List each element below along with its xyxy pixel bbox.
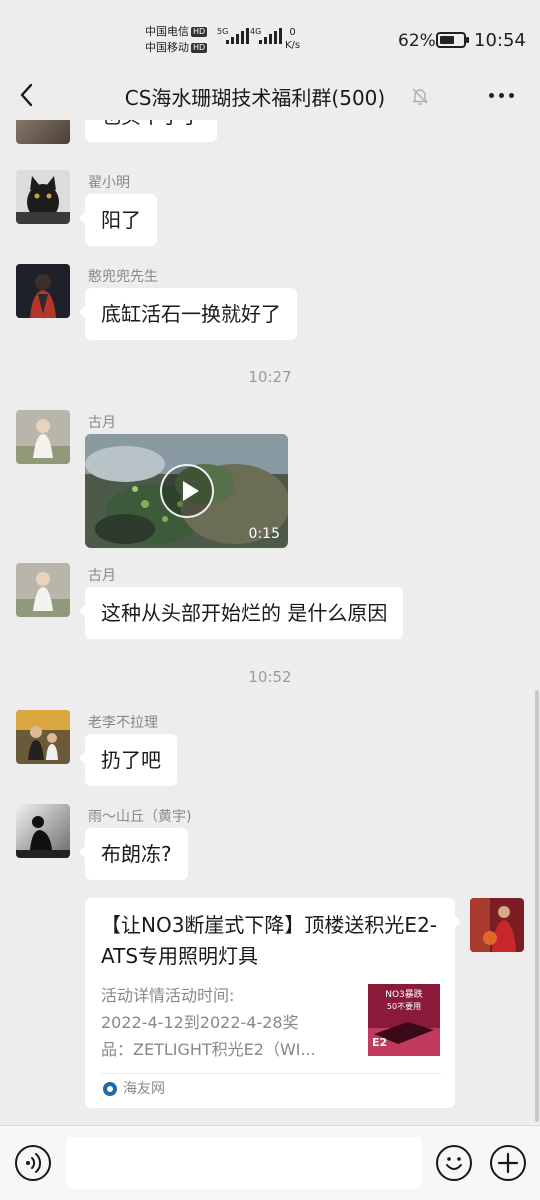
sender-name: 古月 (88, 568, 116, 584)
link-card-source: 海友网 (103, 1080, 165, 1098)
sender-name: 翟小明 (88, 175, 130, 191)
network-speed: 0 K/s (285, 26, 300, 52)
more-dots-icon (488, 92, 494, 98)
video-duration: 0:15 (248, 526, 280, 542)
message-input[interactable] (66, 1137, 422, 1189)
plus-icon (497, 1152, 519, 1174)
timestamp: 10:27 (248, 368, 292, 386)
avatar[interactable] (16, 264, 70, 318)
avatar[interactable] (16, 710, 70, 764)
avatar[interactable] (16, 563, 70, 617)
status-clock: 10:54 (474, 30, 526, 51)
emoji-button[interactable] (436, 1145, 472, 1181)
status-bar: 中国电信 HD 中国移动 HD 5G 4G 0 K/s 62% 10:54 (0, 0, 540, 70)
video-message[interactable]: 0:15 (85, 434, 288, 548)
message-bubble[interactable]: 阳了 (79, 194, 157, 246)
avatar[interactable] (16, 804, 70, 858)
more-functions-button[interactable] (490, 1145, 526, 1181)
scrollbar[interactable] (535, 690, 539, 1122)
avatar[interactable] (16, 170, 70, 224)
battery-percent: 62% (398, 31, 436, 51)
link-card-title: 【让NO3断崖式下降】顶楼送积光E2-ATS专用照明灯具 (101, 913, 438, 968)
sender-name: 雨～山丘（黄宇) (88, 809, 192, 825)
sender-name: 老李不拉理 (88, 715, 158, 731)
message-bubble[interactable]: 布朗冻? (79, 828, 188, 880)
message-bubble[interactable]: 也买不了了 (85, 120, 217, 142)
battery-icon (436, 32, 469, 48)
carrier-info: 中国电信 HD 中国移动 HD (145, 24, 208, 56)
hd-badge: HD (191, 43, 208, 53)
source-logo-icon (103, 1082, 117, 1096)
source-name: 海友网 (123, 1081, 165, 1097)
chat-title: CS海水珊瑚技术福利群(500) (124, 86, 386, 110)
network-speed-value: 0 (289, 27, 296, 38)
hd-badge: HD (191, 27, 208, 37)
self-avatar[interactable] (470, 898, 524, 952)
carrier-telecom: 中国电信 (145, 25, 189, 38)
voice-button[interactable] (15, 1145, 51, 1181)
emoji-icon (446, 1157, 462, 1170)
thumb-product: E2 (372, 1036, 387, 1049)
voice-icon (26, 1153, 42, 1173)
avatar[interactable] (16, 410, 70, 464)
link-card-description: 活动详情活动时间: 2022-4-12到2022-4-28奖 品：ZETLIGH… (101, 986, 316, 1059)
signal-5g-icon (226, 28, 249, 44)
link-card[interactable]: 【让NO3断崖式下降】顶楼送积光E2-ATS专用照明灯具 活动详情活动时间: 2… (85, 898, 461, 1108)
play-icon[interactable] (160, 464, 214, 518)
message-bubble[interactable]: 扔了吧 (79, 734, 177, 786)
message-list[interactable]: 也买不了了 翟小明 阳了 憨兜兜先生 底缸活石一换就好了 10:27 古月 (0, 120, 540, 1125)
more-options-button[interactable] (486, 84, 516, 106)
timestamp: 10:52 (248, 668, 292, 686)
bell-off-icon (410, 86, 430, 106)
network-speed-unit: K/s (285, 40, 301, 51)
input-bar (0, 1125, 540, 1200)
thumb-headline: NO3暴跌 (385, 989, 423, 1000)
sender-name: 古月 (88, 415, 116, 431)
link-card-thumbnail: NO3暴跌 50不要用 E2 (368, 984, 440, 1056)
signal-4g-icon (259, 28, 282, 44)
message-bubble[interactable]: 这种从头部开始烂的 是什么原因 (78, 587, 404, 639)
avatar[interactable] (16, 120, 70, 144)
sender-name: 憨兜兜先生 (88, 269, 158, 285)
message-bubble[interactable]: 底缸活石一换就好了 (79, 288, 297, 340)
chat-header: CS海水珊瑚技术福利群(500) (0, 70, 540, 120)
thumb-subline: 50不要用 (387, 1002, 421, 1011)
carrier-mobile: 中国移动 (145, 41, 189, 54)
divider (101, 1073, 441, 1074)
